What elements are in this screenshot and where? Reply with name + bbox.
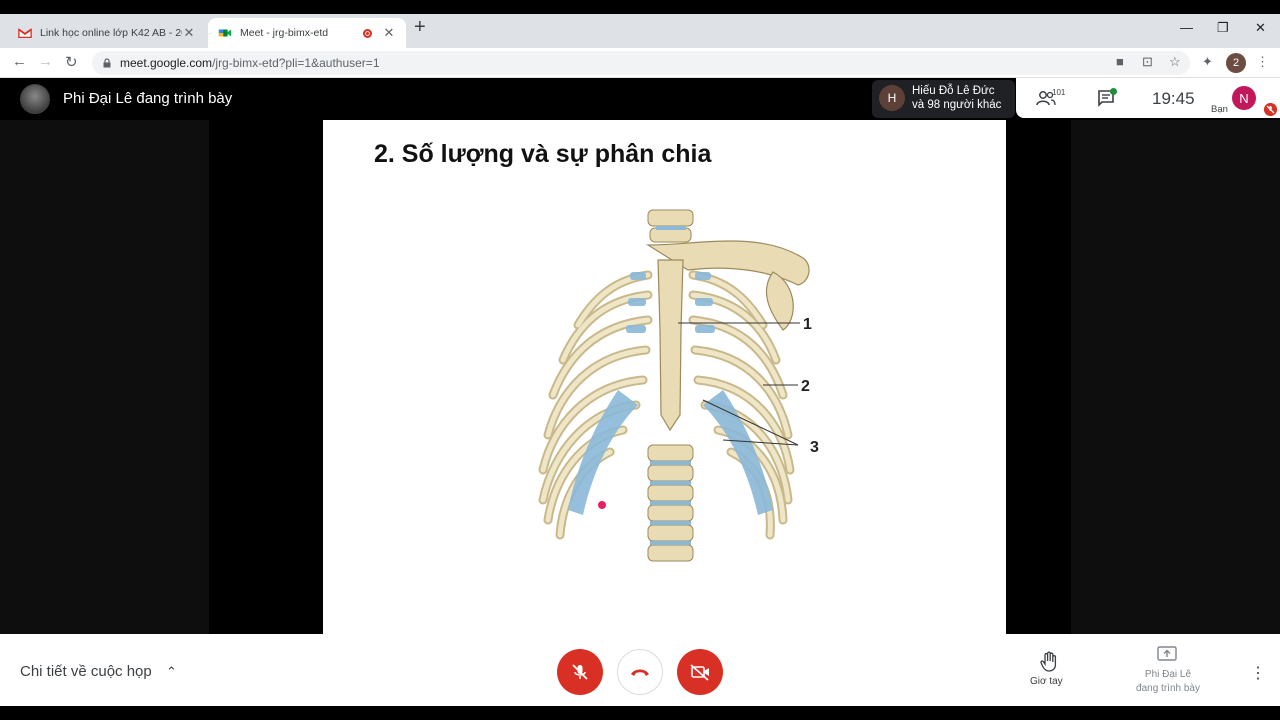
url-input[interactable]: meet.google.com/jrg-bimx-etd?pli=1&authu… (92, 51, 1190, 75)
phone-hangup-icon (631, 669, 649, 676)
presenter-title: Phi Đại Lê đang trình bày (63, 90, 233, 107)
present-screen-icon[interactable] (1157, 646, 1177, 662)
meeting-details-button[interactable]: Chi tiết về cuộc họp (20, 663, 152, 680)
forward-icon[interactable]: → (38, 53, 53, 70)
presenting-label: Phi Đại Lê đang trình bày (1126, 668, 1210, 696)
lock-icon (103, 58, 111, 68)
close-icon[interactable]: ✕ (182, 25, 196, 41)
translate-icon[interactable]: ⊡ (1142, 54, 1153, 70)
raise-hand-label: Giơ tay (1030, 676, 1063, 687)
participants-summary: Hiếu Đỗ Lê Đức và 98 người khác (912, 84, 1001, 112)
self-label: Bạn (1211, 104, 1228, 115)
more-options-icon[interactable]: ⋮ (1250, 663, 1266, 683)
tab-title: Link học online lớp K42 AB - 205 (40, 27, 182, 39)
callout-2: 2 (801, 378, 810, 395)
restore-icon[interactable]: ❐ (1217, 20, 1229, 36)
stage-letterbox-left (209, 120, 323, 634)
camera-toggle-button[interactable] (677, 649, 723, 695)
rib-cage-illustration: 1 2 3 (538, 209, 819, 562)
self-avatar[interactable]: N (1232, 86, 1256, 110)
close-window-icon[interactable]: ✕ (1255, 20, 1266, 36)
star-icon[interactable]: ☆ (1169, 54, 1181, 70)
url-host: meet.google.com (120, 56, 213, 70)
callout-1: 1 (803, 316, 812, 333)
address-bar-row: ← → ↻ meet.google.com/jrg-bimx-etd?pli=1… (0, 48, 1280, 78)
recording-icon (363, 28, 372, 38)
meeting-clock: 19:45 (1152, 89, 1195, 108)
chevron-up-icon[interactable]: ⌃ (166, 664, 177, 680)
participant-name: Hiếu Đỗ Lê Đức (912, 85, 995, 97)
presentation-slide: 2. Số lượng và sự phân chia 1 2 3 (323, 120, 1006, 634)
slide-title: 2. Số lượng và sự phân chia (374, 140, 712, 168)
close-icon[interactable]: ✕ (382, 25, 396, 41)
menu-icon[interactable]: ⋮ (1256, 54, 1269, 70)
camera-off-icon (690, 664, 709, 681)
url-path: /jrg-bimx-etd?pli=1&authuser=1 (212, 56, 380, 70)
callout-3: 3 (810, 439, 819, 456)
mic-off-icon (572, 664, 588, 680)
tab-gmail[interactable]: Link học online lớp K42 AB - 205 ✕ (8, 18, 206, 48)
chat-notification-dot (1110, 88, 1117, 95)
window-bottom-edge (0, 706, 1280, 720)
extensions-icon[interactable]: ✦ (1202, 54, 1213, 70)
tab-strip: Link học online lớp K42 AB - 205 ✕ Meet … (0, 14, 1280, 48)
camera-icon[interactable]: ■ (1116, 54, 1124, 69)
presenter-avatar (20, 84, 50, 114)
back-icon[interactable]: ← (12, 53, 27, 70)
raise-hand-icon[interactable] (1039, 651, 1059, 673)
window-top-edge (0, 0, 1280, 14)
meet-icon (218, 29, 232, 37)
stage-margin-left (0, 120, 209, 634)
gmail-icon (18, 28, 32, 39)
presenting-status: đang trình bày (1136, 683, 1200, 694)
mic-toggle-button[interactable] (557, 649, 603, 695)
participant-avatar: H (879, 85, 905, 111)
minimize-icon[interactable]: — (1180, 20, 1193, 35)
profile-avatar[interactable]: 2 (1226, 53, 1246, 73)
people-count: 101 (1052, 88, 1066, 97)
new-tab-button[interactable]: + (414, 17, 426, 37)
tab-title: Meet - jrg-bimx-etd (240, 27, 329, 39)
reload-icon[interactable]: ↻ (65, 53, 78, 71)
presenting-name: Phi Đại Lê (1144, 669, 1192, 680)
stage-margin-right (1071, 120, 1280, 634)
hang-up-button[interactable] (617, 649, 663, 695)
mic-off-icon (1264, 103, 1277, 116)
pointer-cursor (598, 501, 606, 509)
tab-meet[interactable]: Meet - jrg-bimx-etd ✕ (208, 18, 406, 48)
stage-letterbox-right (1006, 120, 1071, 634)
participant-others: và 98 người khác (912, 99, 1002, 111)
